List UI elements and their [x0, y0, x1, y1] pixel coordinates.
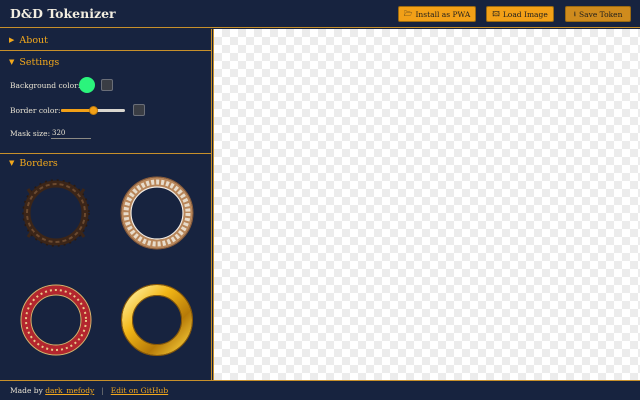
app-footer: Made by dark_mefody | Edit on GitHub	[0, 380, 640, 400]
border-option-gold[interactable]	[119, 282, 195, 358]
chevron-down-icon: ▼	[9, 159, 15, 167]
borders-section-toggle[interactable]: ▼ Borders	[0, 153, 211, 173]
app-header: D&D Tokenizer 🗁 Install as PWA 🖾 Load Im…	[0, 0, 640, 28]
download-icon: ⭳	[573, 9, 577, 18]
background-color-swatch[interactable]	[79, 77, 95, 93]
about-section-toggle[interactable]: ▶ About	[0, 30, 211, 50]
about-section-label: About	[19, 34, 48, 46]
border-color-slider-thumb[interactable]	[88, 106, 98, 115]
chevron-down-icon: ▼	[9, 58, 15, 66]
borders-section-label: Borders	[19, 157, 58, 169]
load-image-label: Load Image	[502, 9, 548, 19]
border-color-checkbox[interactable]	[133, 104, 145, 116]
settings-section-label: Settings	[19, 56, 60, 68]
divider	[0, 50, 211, 51]
footer-separator: |	[101, 386, 104, 395]
mask-size-label: Mask size:	[10, 129, 51, 138]
github-link[interactable]: Edit on GitHub	[111, 386, 168, 395]
folder-icon: 🗁	[403, 9, 413, 18]
save-token-button[interactable]: ⭳ Save Token	[565, 6, 631, 22]
border-color-label: Border color:	[10, 106, 61, 115]
install-pwa-button[interactable]: 🗁 Install as PWA	[398, 6, 476, 22]
border-option-dark-dragon[interactable]	[18, 175, 94, 251]
install-pwa-label: Install as PWA	[415, 9, 471, 19]
sidebar: ▶ About ▼ Settings Background color: Bor…	[0, 29, 212, 380]
background-color-checkbox[interactable]	[101, 79, 113, 91]
border-option-silver-ornate[interactable]	[119, 175, 195, 251]
app-title: D&D Tokenizer	[10, 6, 116, 21]
token-canvas[interactable]	[213, 29, 640, 380]
mask-size-input[interactable]	[51, 127, 91, 139]
border-option-red-gold[interactable]	[18, 282, 94, 358]
settings-section-toggle[interactable]: ▼ Settings	[0, 52, 211, 72]
image-icon: 🖾	[492, 9, 500, 18]
save-token-label: Save Token	[579, 9, 623, 19]
author-link[interactable]: dark_mefody	[45, 386, 94, 395]
made-by-text: Made by	[10, 386, 43, 395]
chevron-right-icon: ▶	[9, 36, 15, 44]
background-color-label: Background color:	[10, 81, 81, 90]
load-image-button[interactable]: 🖾 Load Image	[486, 6, 554, 22]
